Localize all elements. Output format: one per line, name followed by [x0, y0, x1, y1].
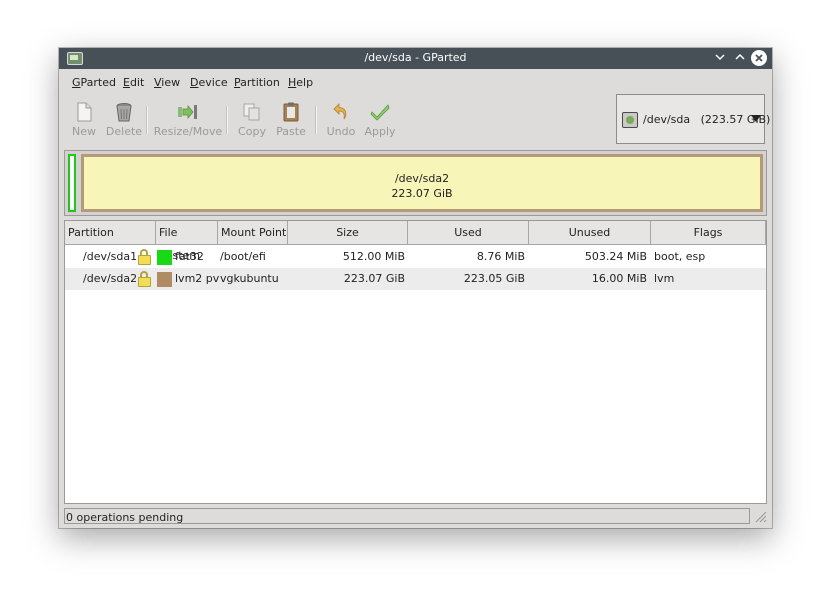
toolbar-separator: [146, 106, 148, 134]
dropdown-arrow-icon[interactable]: [751, 115, 761, 122]
new-button[interactable]: New: [67, 94, 101, 144]
title-bar[interactable]: /dev/sda - GParted: [59, 48, 772, 69]
copy-icon: [243, 103, 260, 121]
undo-icon: [333, 103, 347, 120]
cell-file-system: lvm2 pv: [175, 272, 220, 285]
undo-label: Undo: [326, 125, 356, 138]
cell-unused: 16.00 MiB: [591, 272, 647, 285]
status-frame: 0 operations pending: [64, 508, 750, 524]
new-label: New: [72, 125, 96, 138]
menu-view-label: iew: [161, 76, 181, 89]
cell-mount-point: /boot/efi: [220, 250, 266, 263]
column-header-size[interactable]: Size: [288, 221, 408, 244]
minimize-button[interactable]: [712, 50, 728, 66]
resize-move-button[interactable]: Resize/Move: [153, 94, 223, 144]
device-name: /dev/sda: [643, 113, 691, 126]
resize-move-label: Resize/Move: [153, 125, 223, 138]
status-bar: 0 operations pending: [64, 508, 767, 525]
column-header-partition[interactable]: Partition: [65, 221, 156, 244]
resize-move-icon: [178, 104, 197, 120]
filesystem-color-swatch: [157, 272, 172, 287]
menu-partition-label: artition: [240, 76, 280, 89]
column-header-flags[interactable]: Flags: [651, 221, 766, 244]
cell-size: 223.07 GiB: [343, 272, 405, 285]
delete-label: Delete: [105, 125, 143, 138]
cell-used: 8.76 MiB: [476, 250, 525, 263]
menu-gparted-mnemonic: G: [72, 76, 81, 89]
cell-partition: /dev/sda2: [83, 272, 138, 285]
menu-view[interactable]: View: [154, 76, 180, 89]
resize-grip-icon[interactable]: [754, 510, 767, 523]
disk-map-partition-size: 223.07 GiB: [391, 187, 453, 200]
menu-help[interactable]: Help: [288, 76, 313, 89]
toolbar-separator: [226, 106, 228, 134]
trash-icon: [116, 103, 132, 122]
menu-device[interactable]: Device: [190, 76, 228, 89]
status-text: 0 operations pending: [66, 511, 184, 524]
undo-button[interactable]: Undo: [323, 94, 359, 144]
cell-size: 512.00 MiB: [342, 250, 405, 263]
menu-edit-label: dit: [129, 76, 145, 89]
menu-partition[interactable]: Partition: [234, 76, 280, 89]
disk-map-partition-sda2[interactable]: /dev/sda2 223.07 GiB: [81, 154, 763, 212]
cell-flags: boot, esp: [654, 250, 706, 263]
delete-button[interactable]: Delete: [105, 94, 143, 144]
disk-map: /dev/sda2 223.07 GiB: [64, 150, 767, 216]
lock-icon: [138, 271, 152, 287]
menu-device-label: evice: [198, 76, 228, 89]
chevron-down-icon: [715, 54, 725, 61]
maximize-button[interactable]: [732, 50, 748, 66]
close-icon: [755, 54, 763, 62]
column-header-mount-point[interactable]: Mount Point: [218, 221, 288, 244]
menu-bar: GParted Edit View Device Partition Help: [59, 69, 772, 93]
close-button[interactable]: [751, 50, 767, 66]
menu-edit[interactable]: Edit: [123, 76, 144, 89]
window-title: /dev/sda - GParted: [364, 51, 467, 64]
column-header-used[interactable]: Used: [408, 221, 529, 244]
menu-gparted[interactable]: GParted: [72, 76, 116, 89]
cell-file-system: fat32: [175, 250, 204, 263]
filesystem-color-swatch: [157, 250, 172, 265]
lock-icon: [138, 249, 152, 265]
partition-table: Partition File System Mount Point Size U…: [64, 220, 767, 504]
cell-mount-point: vgkubuntu: [220, 272, 279, 285]
menu-gparted-label: Parted: [80, 76, 116, 89]
toolbar: New Delete Resize/Move Copy Paste Undo A…: [64, 94, 616, 146]
toolbar-separator: [315, 106, 317, 134]
device-selector[interactable]: /dev/sda (223.57 GiB): [616, 94, 770, 144]
table-row[interactable]: /dev/sda1 fat32 /boot/efi 512.00 MiB 8.7…: [65, 246, 766, 268]
cell-partition: /dev/sda1: [83, 250, 138, 263]
paste-button[interactable]: Paste: [273, 94, 309, 144]
paste-label: Paste: [276, 125, 306, 138]
menu-edit-mnemonic: E: [123, 76, 130, 89]
disk-icon: [622, 112, 638, 128]
checkmark-icon: [370, 104, 390, 121]
table-header: Partition File System Mount Point Size U…: [65, 221, 766, 262]
column-header-unused[interactable]: Unused: [529, 221, 651, 244]
new-document-icon: [77, 102, 92, 122]
gparted-window: /dev/sda - GParted GParted Edit View Dev…: [59, 48, 772, 528]
copy-button[interactable]: Copy: [234, 94, 270, 144]
disk-map-partition-sda1[interactable]: [68, 154, 76, 212]
chevron-up-icon: [735, 53, 745, 60]
apply-button[interactable]: Apply: [362, 94, 398, 144]
column-header-file-system[interactable]: File System: [156, 221, 218, 262]
disk-map-partition-name: /dev/sda2: [394, 172, 450, 185]
cell-flags: lvm: [654, 272, 675, 285]
cell-used: 223.05 GiB: [463, 272, 525, 285]
menu-help-label: elp: [296, 76, 314, 89]
cell-unused: 503.24 MiB: [584, 250, 647, 263]
copy-label: Copy: [238, 125, 266, 138]
clipboard-icon: [283, 102, 299, 122]
table-row[interactable]: /dev/sda2 lvm2 pv vgkubuntu 223.07 GiB 2…: [65, 268, 766, 290]
apply-label: Apply: [364, 125, 396, 138]
